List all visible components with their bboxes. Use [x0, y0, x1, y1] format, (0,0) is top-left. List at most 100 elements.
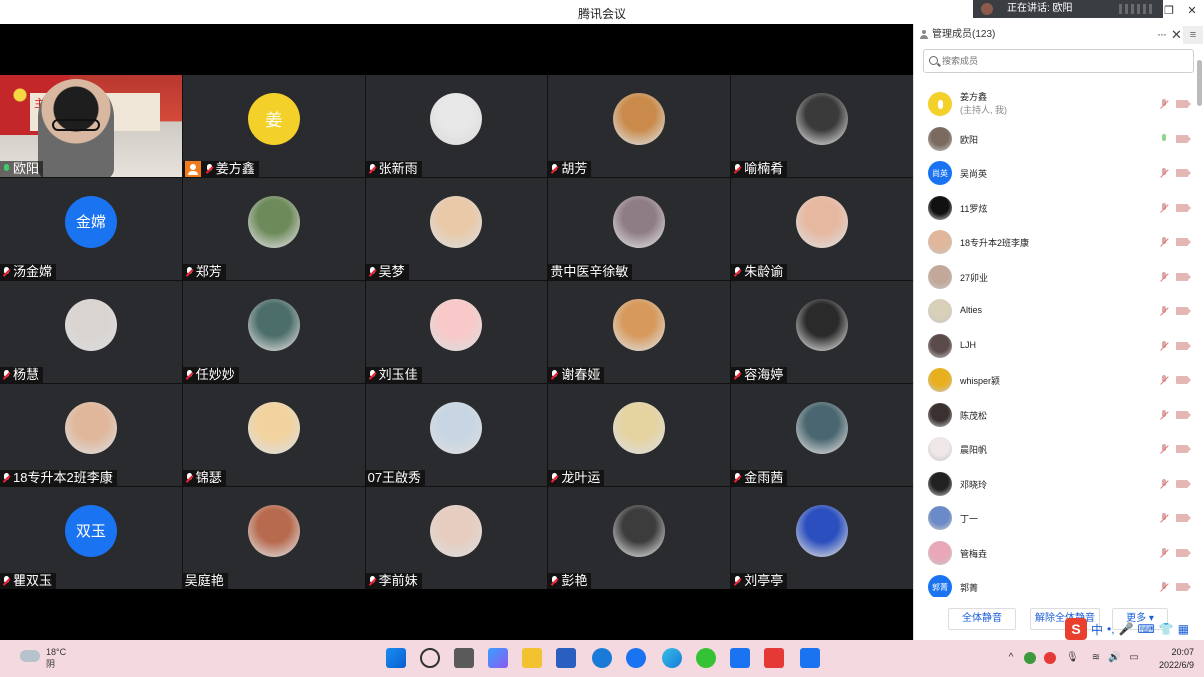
camera-off-icon[interactable]: [1176, 548, 1188, 557]
member-row[interactable]: 邓晓玲: [914, 467, 1194, 502]
microphone-muted-icon[interactable]: [1159, 202, 1169, 214]
toolbox-icon[interactable]: ▦: [1178, 622, 1189, 636]
camera-off-icon[interactable]: [1176, 100, 1188, 108]
member-row[interactable]: 尚英 吴尚英: [914, 156, 1194, 191]
chevron-up-icon[interactable]: ^: [1005, 652, 1017, 664]
participant-tile[interactable]: 双玉 瞿双玉: [0, 487, 182, 589]
camera-off-icon[interactable]: [1176, 134, 1188, 143]
participant-tile[interactable]: 李前妹: [365, 487, 548, 589]
participant-tile[interactable]: 龙叶运: [548, 384, 731, 486]
camera-off-icon[interactable]: [1176, 376, 1188, 384]
participant-tile[interactable]: 胡芳: [548, 75, 731, 177]
participant-tile[interactable]: 金雨茜: [731, 384, 913, 486]
mute-all-button[interactable]: 全体静音: [948, 608, 1016, 630]
microphone-on-icon[interactable]: [1159, 133, 1169, 145]
file-explorer-icon[interactable]: [522, 648, 542, 668]
keyboard-icon[interactable]: ⌨: [1138, 622, 1155, 636]
participant-tile[interactable]: 郑芳: [182, 178, 365, 280]
widgets-icon[interactable]: [488, 648, 508, 668]
microphone-muted-icon[interactable]: [1159, 513, 1169, 524]
microphone-icon[interactable]: 🎙: [1066, 652, 1079, 664]
restore-window-button[interactable]: ❐: [1162, 4, 1176, 18]
participant-tile[interactable]: 任妙妙: [182, 281, 365, 383]
microphone-muted-icon[interactable]: [1159, 444, 1169, 455]
panel-menu-icon[interactable]: ≡: [1183, 26, 1203, 44]
start-icon[interactable]: [386, 648, 406, 668]
search-input[interactable]: [942, 53, 1187, 69]
participant-tile[interactable]: 姜姜方鑫: [182, 75, 365, 177]
member-row[interactable]: 姜方鑫 (主持人, 我): [914, 87, 1194, 122]
microphone-muted-icon[interactable]: [1159, 375, 1169, 386]
close-panel-icon[interactable]: ✕: [1171, 24, 1183, 46]
wifi-icon[interactable]: ≋: [1090, 652, 1102, 664]
participant-tile[interactable]: 容海婷: [731, 281, 913, 383]
sogou-ime-icon[interactable]: S: [1065, 618, 1087, 640]
close-window-button[interactable]: ✕: [1185, 4, 1199, 18]
wps-icon[interactable]: [764, 648, 784, 668]
skin-icon[interactable]: 👕: [1159, 622, 1174, 636]
microphone-muted-icon[interactable]: [1159, 306, 1169, 317]
participant-tile[interactable]: 贵中医辛徐敏: [548, 178, 731, 280]
tray-app-2-icon[interactable]: [1044, 652, 1056, 664]
microphone-muted-icon[interactable]: [1159, 168, 1169, 179]
participant-tile[interactable]: 主 护理学 党员欧阳: [0, 75, 182, 177]
tray-app-icon[interactable]: [1024, 652, 1036, 664]
microphone-muted-icon[interactable]: [1159, 237, 1169, 248]
camera-off-icon[interactable]: [1176, 272, 1188, 281]
participant-tile[interactable]: 刘亭亭: [731, 487, 913, 589]
voice-input-icon[interactable]: 🎤: [1119, 622, 1134, 636]
participant-tile[interactable]: 谢春娅: [548, 281, 731, 383]
camera-off-icon[interactable]: [1176, 203, 1188, 212]
camera-off-icon[interactable]: [1176, 445, 1188, 453]
camera-off-icon[interactable]: [1176, 238, 1188, 246]
camera-off-icon[interactable]: [1176, 410, 1188, 419]
participant-tile[interactable]: 刘玉佳: [365, 281, 548, 383]
participant-tile[interactable]: 07王啟秀: [365, 384, 548, 486]
camera-off-icon[interactable]: [1176, 169, 1188, 177]
participant-tile[interactable]: 金嫦 汤金嫦: [0, 178, 182, 280]
member-row[interactable]: 27卯业: [914, 260, 1194, 295]
battery-icon[interactable]: ▭: [1128, 652, 1140, 664]
member-search[interactable]: [923, 49, 1194, 73]
punctuation-icon[interactable]: •,: [1107, 622, 1115, 636]
participant-tile[interactable]: 杨慧: [0, 281, 182, 383]
store-icon[interactable]: [556, 648, 576, 668]
task-view-icon[interactable]: [454, 648, 474, 668]
microphone-muted-icon[interactable]: [1159, 271, 1169, 283]
more-options-icon[interactable]: ···: [1157, 24, 1171, 46]
microphone-muted-icon[interactable]: [1159, 547, 1169, 559]
microphone-muted-icon[interactable]: [1159, 478, 1169, 490]
member-row[interactable]: whisper颍: [914, 363, 1194, 398]
camera-off-icon[interactable]: [1176, 341, 1188, 350]
member-row[interactable]: 管梅垚: [914, 536, 1194, 571]
camera-off-icon[interactable]: [1176, 583, 1188, 591]
wechat-icon[interactable]: [696, 648, 716, 668]
member-row[interactable]: Alties: [914, 294, 1194, 329]
participant-tile[interactable]: 锦瑟: [182, 384, 365, 486]
ime-mode-label[interactable]: 中: [1091, 621, 1103, 638]
member-row[interactable]: 欧阳: [914, 122, 1194, 157]
member-row[interactable]: LJH: [914, 329, 1194, 364]
member-row[interactable]: 18专升本2班李康: [914, 225, 1194, 260]
tablet-icon[interactable]: [730, 648, 750, 668]
app-icon[interactable]: [592, 648, 612, 668]
member-row[interactable]: 晨阳帆: [914, 432, 1194, 467]
participant-tile[interactable]: 喻楠肴: [731, 75, 913, 177]
microphone-muted-icon[interactable]: [1159, 582, 1169, 593]
weather-widget[interactable]: 18°C 阴: [20, 646, 66, 670]
participant-tile[interactable]: 18专升本2班李康: [0, 384, 182, 486]
participant-tile[interactable]: 朱龄谕: [731, 178, 913, 280]
tencent-meeting-icon[interactable]: [800, 648, 820, 668]
member-row[interactable]: 11罗炫: [914, 191, 1194, 226]
help-icon[interactable]: [626, 648, 646, 668]
participant-tile[interactable]: 吴梦: [365, 178, 548, 280]
microphone-muted-icon[interactable]: [1159, 99, 1169, 110]
camera-off-icon[interactable]: [1176, 479, 1188, 488]
camera-off-icon[interactable]: [1176, 307, 1188, 315]
participant-tile[interactable]: 彭艳: [548, 487, 731, 589]
scrollbar[interactable]: [1197, 60, 1202, 106]
camera-off-icon[interactable]: [1176, 514, 1188, 522]
edge-icon[interactable]: [662, 648, 682, 668]
participant-tile[interactable]: 吴庭艳: [182, 487, 365, 589]
member-row[interactable]: 陈茂松: [914, 398, 1194, 433]
